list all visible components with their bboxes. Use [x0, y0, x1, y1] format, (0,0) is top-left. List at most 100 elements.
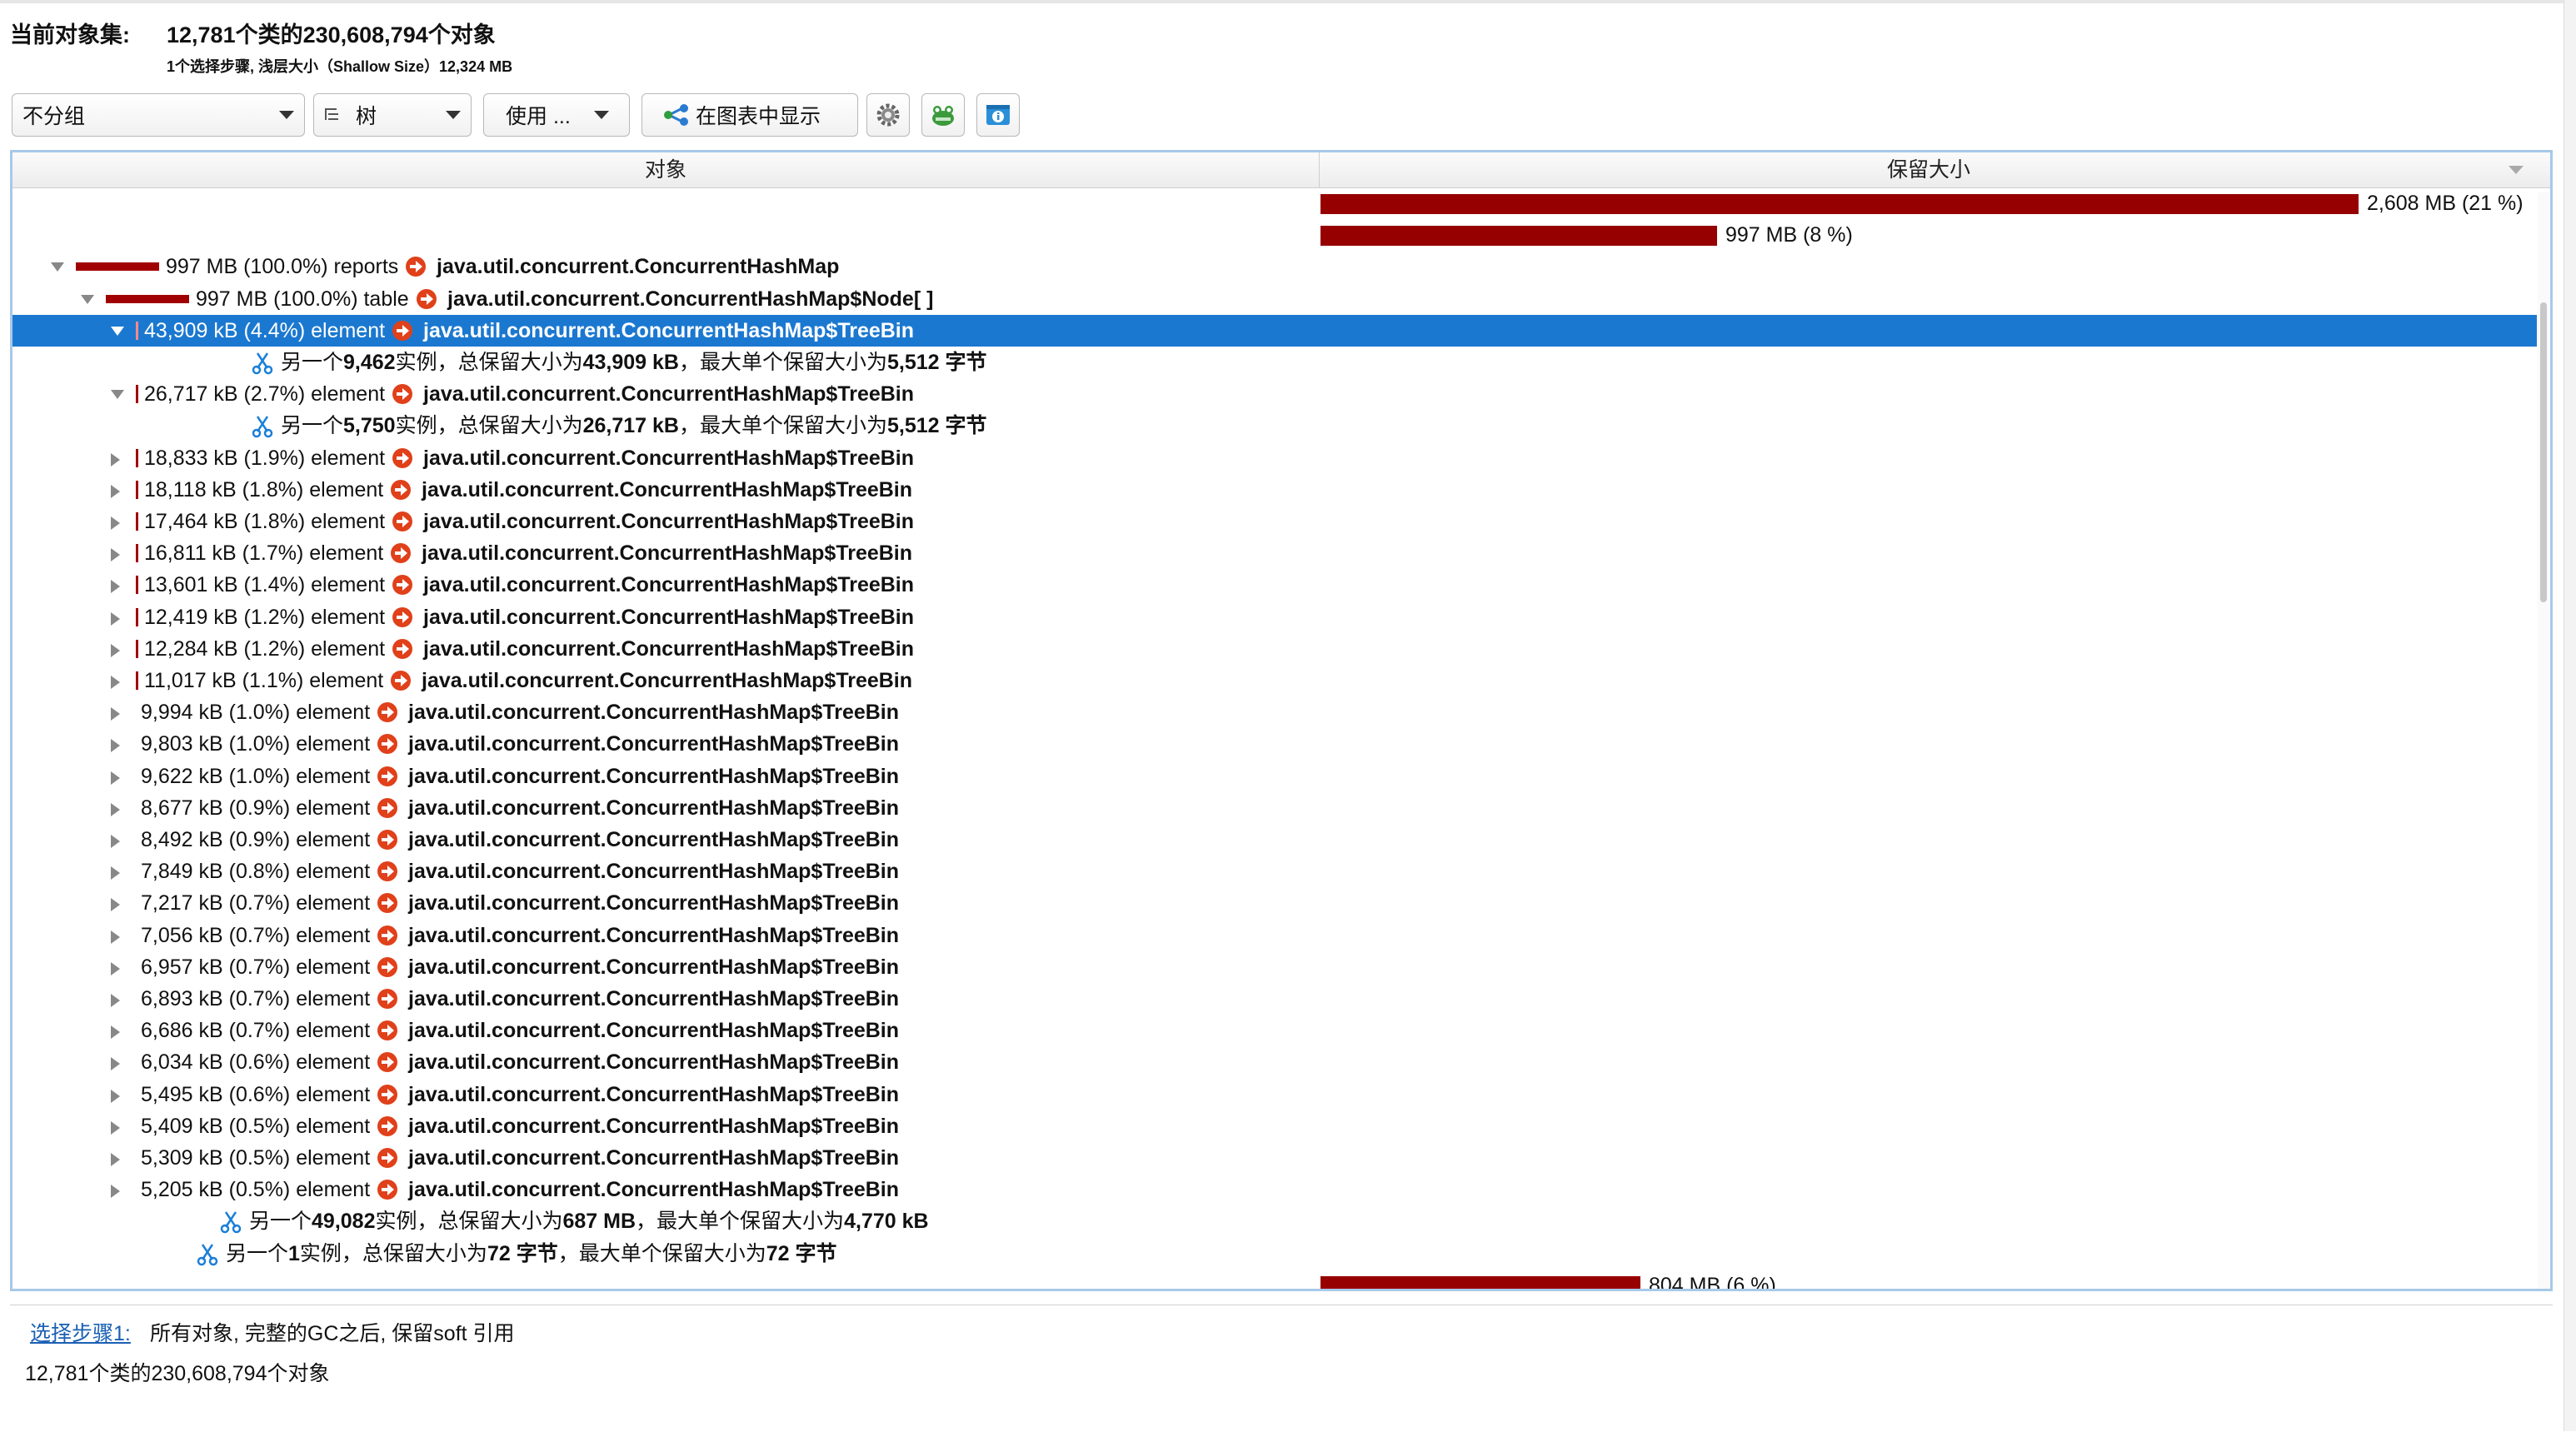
- tree-row[interactable]: 6,957 kB (0.7%) element java.util.concurr…: [12, 951, 2537, 983]
- expand-arrow-icon[interactable]: [111, 516, 120, 530]
- selection-step-link[interactable]: 选择步骤1:: [30, 1317, 131, 1347]
- tree-row[interactable]: 7,056 kB (0.7%) element java.util.concurr…: [12, 920, 2537, 951]
- column-header-object[interactable]: 对象: [12, 152, 1319, 187]
- reference-label: 9,622 kB (1.0%) element: [141, 764, 371, 788]
- tree-row[interactable]: 43,909 kB (4.4%) element java.util.concur…: [12, 314, 2537, 347]
- tree-row[interactable]: 6,034 kB (0.6%) element java.util.concurr…: [12, 1046, 2537, 1078]
- tree-row[interactable]: 12,284 kB (1.2%) element java.util.concur…: [12, 633, 2537, 665]
- tree-row[interactable]: 5,309 kB (0.5%) element java.util.concurr…: [12, 1142, 2537, 1174]
- grouping-select[interactable]: 不分组: [12, 93, 305, 137]
- referenced-type-name: java.util.concurrent.ConcurrentHashMap$T…: [408, 732, 900, 756]
- info-button[interactable]: [976, 93, 1020, 137]
- others-summary: 另一个9,462实例，总保留大小为43,909 kB，最大单个保留大小为5,51…: [281, 347, 987, 378]
- retained-share-tick: [136, 512, 138, 531]
- tree-row[interactable]: 9,803 kB (1.0%) element java.util.concurr…: [12, 728, 2537, 760]
- tree-row[interactable]: 7,217 kB (0.7%) element java.util.concurr…: [12, 887, 2537, 919]
- expand-arrow-icon[interactable]: [111, 643, 120, 657]
- expand-arrow-icon[interactable]: [111, 452, 120, 467]
- tree-row[interactable]: 8,677 kB (0.9%) element java.util.concurr…: [12, 792, 2537, 824]
- tree-row[interactable]: 6,893 kB (0.7%) element java.util.concurr…: [12, 983, 2537, 1015]
- reference-label: 7,056 kB (0.7%) element: [141, 923, 371, 947]
- tree-row[interactable]: 6,686 kB (0.7%) element java.util.concurr…: [12, 1015, 2537, 1046]
- tree-row[interactable]: 997 MB (8 %): [12, 219, 2537, 251]
- tree-row[interactable]: 18,833 kB (1.9%) element java.util.concur…: [12, 442, 2537, 474]
- reference-arrow-icon: [392, 606, 412, 627]
- others-max: 5,512 字节: [886, 414, 987, 438]
- expand-arrow-icon[interactable]: [111, 739, 120, 753]
- show-in-chart-label: 在图表中显示: [696, 105, 821, 128]
- settings-button[interactable]: [866, 93, 910, 137]
- others-count: 9,462: [343, 351, 396, 374]
- expand-arrow-icon[interactable]: [111, 961, 120, 975]
- expand-arrow-icon[interactable]: [111, 1185, 120, 1199]
- expand-arrow-icon[interactable]: [111, 611, 120, 626]
- use-menu-button[interactable]: 使用 ...: [483, 93, 630, 137]
- tree-row[interactable]: 8,492 kB (0.9%) element java.util.concurr…: [12, 824, 2537, 856]
- tree-row[interactable]: 另一个49,082实例，总保留大小为687 MB，最大单个保留大小为4,770 …: [12, 1205, 2537, 1237]
- referenced-type-name: java.util.concurrent.ConcurrentHashMap$T…: [422, 669, 913, 692]
- tree-row[interactable]: 13,601 kB (1.4%) element java.util.concur…: [12, 569, 2537, 601]
- tree-row[interactable]: 9,994 kB (1.0%) element java.util.concurr…: [12, 696, 2537, 728]
- expand-arrow-icon[interactable]: [111, 994, 120, 1007]
- expand-arrow-icon[interactable]: [111, 484, 120, 498]
- referenced-type-name: java.util.concurrent.ConcurrentHashMap$T…: [423, 510, 915, 533]
- tree-row[interactable]: 17,464 kB (1.8%) element java.util.concur…: [12, 506, 2537, 537]
- tree-row[interactable]: 另一个5,750实例，总保留大小为26,717 kB，最大单个保留大小为5,51…: [12, 410, 2537, 442]
- reference-label: 17,464 kB (1.8%) element: [144, 510, 386, 533]
- expand-arrow-icon[interactable]: [111, 930, 120, 944]
- tree-row[interactable]: 997 MB (100.0%) reports java.util.concurr…: [12, 251, 2537, 282]
- show-in-chart-button[interactable]: 在图表中显示: [642, 93, 858, 137]
- tree-row[interactable]: 9,622 kB (1.0%) element java.util.concurr…: [12, 761, 2537, 792]
- tree-row[interactable]: 26,717 kB (2.7%) element java.util.concur…: [12, 378, 2537, 410]
- expand-arrow-icon[interactable]: [111, 835, 120, 848]
- retained-size-bar: [1320, 194, 2359, 214]
- referenced-type-name: java.util.concurrent.ConcurrentHashMap$T…: [423, 318, 915, 342]
- others-count: 1: [288, 1241, 300, 1265]
- expand-arrow-icon[interactable]: [111, 1120, 120, 1135]
- tree-row[interactable]: 997 MB (100.0%) table java.util.concurren…: [12, 283, 2537, 315]
- expand-arrow-icon[interactable]: [111, 1057, 120, 1071]
- tree-row[interactable]: 12,419 kB (1.2%) element java.util.concur…: [12, 601, 2537, 633]
- tree-row[interactable]: 另一个1实例，总保留大小为72 字节，最大单个保留大小为72 字节: [12, 1238, 2537, 1270]
- tree-row[interactable]: 18,118 kB (1.8%) element java.util.concur…: [12, 474, 2537, 506]
- reference-label: 6,686 kB (0.7%) element: [141, 1019, 371, 1043]
- expand-arrow-icon[interactable]: [111, 866, 120, 881]
- tree-row[interactable]: 另一个9,462实例，总保留大小为43,909 kB，最大单个保留大小为5,51…: [12, 347, 2537, 378]
- tree-row[interactable]: 11,017 kB (1.1%) element java.util.concur…: [12, 665, 2537, 696]
- view-mode-select[interactable]: 树: [313, 93, 472, 137]
- reference-label: 16,811 kB (1.7%) element: [144, 541, 384, 566]
- tree-row[interactable]: 5,409 kB (0.5%) element java.util.concurr…: [12, 1110, 2537, 1142]
- others-mid: 实例，总保留大小为: [395, 414, 583, 438]
- expand-arrow-icon[interactable]: [111, 580, 120, 594]
- expand-arrow-icon[interactable]: [111, 676, 120, 689]
- collapse-arrow-icon[interactable]: [111, 390, 124, 400]
- collapse-arrow-icon[interactable]: [81, 294, 94, 304]
- reference-label: 6,034 kB (0.6%) element: [141, 1050, 371, 1075]
- tree-row[interactable]: 804 MB (6 %): [12, 1270, 2537, 1289]
- reference-label: 6,893 kB (0.7%) element: [141, 987, 371, 1010]
- tree-row[interactable]: 5,495 kB (0.6%) element java.util.concurr…: [12, 1079, 2537, 1110]
- sort-descending-icon: [2509, 166, 2524, 174]
- expand-arrow-icon[interactable]: [111, 771, 120, 785]
- vertical-scrollbar-thumb[interactable]: [2540, 302, 2547, 602]
- referenced-type-name: java.util.concurrent.ConcurrentHashMap$N…: [447, 287, 934, 311]
- expand-arrow-icon[interactable]: [111, 802, 120, 816]
- collapse-arrow-icon[interactable]: [51, 262, 64, 272]
- tree-row[interactable]: 2,608 MB (21 %): [12, 187, 2537, 219]
- others-total: 43,909 kB: [582, 351, 679, 374]
- reference-label: 7,849 kB (0.8%) element: [141, 860, 371, 884]
- referenced-type-name: java.util.concurrent.ConcurrentHashMap: [437, 255, 840, 279]
- column-header-retained-size[interactable]: 保留大小: [1320, 152, 2538, 187]
- expand-arrow-icon[interactable]: [111, 707, 120, 721]
- expand-arrow-icon[interactable]: [111, 1025, 120, 1040]
- collapse-arrow-icon[interactable]: [111, 326, 124, 336]
- reference-arrow-icon: [377, 830, 397, 850]
- tree-row[interactable]: 5,205 kB (0.5%) element java.util.concurr…: [12, 1174, 2537, 1205]
- compare-button[interactable]: [921, 93, 965, 137]
- expand-arrow-icon[interactable]: [111, 548, 120, 562]
- expand-arrow-icon[interactable]: [111, 898, 120, 912]
- expand-arrow-icon[interactable]: [111, 1153, 120, 1166]
- expand-arrow-icon[interactable]: [111, 1089, 120, 1103]
- tree-row[interactable]: 16,811 kB (1.7%) element java.util.concur…: [12, 537, 2537, 569]
- tree-row[interactable]: 7,849 kB (0.8%) element java.util.concurr…: [12, 856, 2537, 887]
